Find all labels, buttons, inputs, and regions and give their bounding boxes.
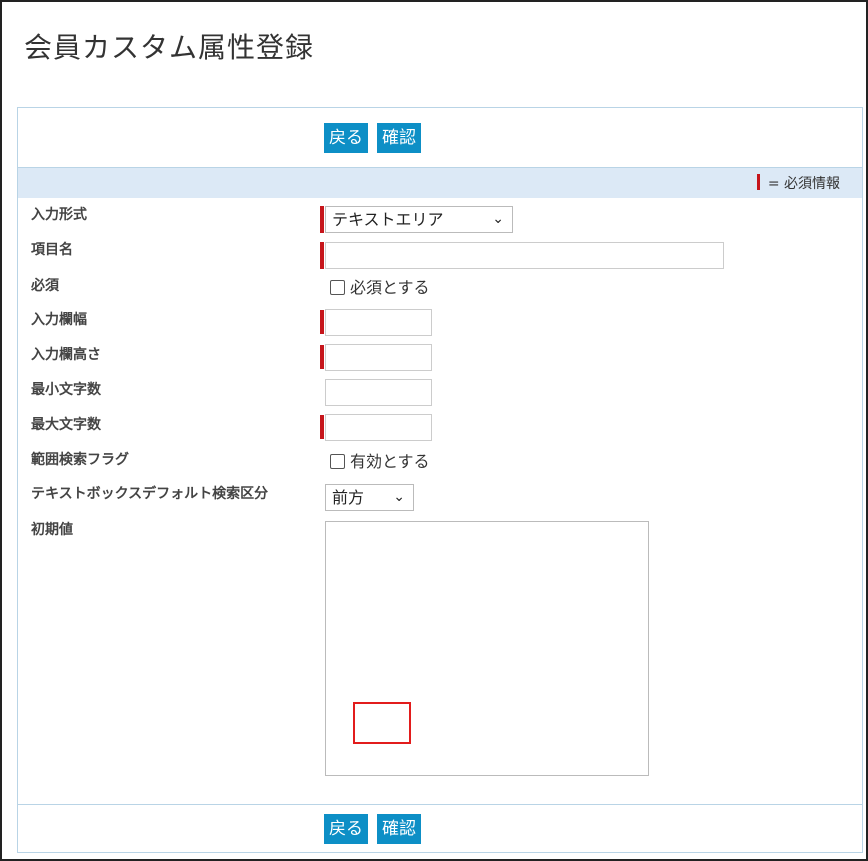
item-name-input[interactable] <box>325 242 724 269</box>
max-chars-input[interactable] <box>325 414 432 441</box>
item-name-label: 項目名 <box>31 242 73 258</box>
range-search-checkbox-label: 有効とする <box>350 452 430 471</box>
field-height-input[interactable] <box>325 344 432 371</box>
back-button-bottom[interactable]: 戻る <box>324 814 368 844</box>
required-legend-band: = 必須情報 <box>18 167 862 198</box>
required-flag-label: 必須 <box>31 278 59 294</box>
bottom-button-bar: 戻る 確認 <box>18 804 862 852</box>
required-legend-text: = 必須情報 <box>767 176 840 192</box>
form-panel: 戻る 確認 = 必須情報 入力形式 テキストエリア ⌄ 項目名 必須 必須とする… <box>17 107 863 853</box>
range-search-checkbox-row[interactable]: 有効とする <box>330 452 430 472</box>
textbox-search-mode-select[interactable]: 前方 ⌄ <box>325 484 414 511</box>
window-frame: 会員カスタム属性登録 戻る 確認 = 必須情報 入力形式 テキストエリア ⌄ 項… <box>0 0 868 861</box>
top-button-bar: 戻る 確認 <box>18 108 862 166</box>
required-flag-checkbox-row[interactable]: 必須とする <box>330 278 430 298</box>
required-marker-icon <box>320 310 324 334</box>
initial-value-label: 初期値 <box>31 522 73 538</box>
field-width-input[interactable] <box>325 309 432 336</box>
chevron-down-icon: ⌄ <box>492 211 504 227</box>
required-flag-checkbox[interactable] <box>330 280 345 295</box>
confirm-button-top[interactable]: 確認 <box>377 123 421 153</box>
textbox-search-mode-value: 前方 <box>332 488 365 507</box>
chevron-down-icon: ⌄ <box>393 489 405 505</box>
input-format-select[interactable]: テキストエリア ⌄ <box>325 206 513 233</box>
field-width-label: 入力欄幅 <box>31 312 87 328</box>
required-marker-icon <box>320 242 324 269</box>
min-chars-label: 最小文字数 <box>31 382 101 398</box>
input-format-label: 入力形式 <box>31 207 87 223</box>
max-chars-label: 最大文字数 <box>31 417 101 433</box>
field-height-label: 入力欄高さ <box>31 347 101 363</box>
required-legend: = 必須情報 <box>756 174 840 194</box>
range-search-checkbox[interactable] <box>330 454 345 469</box>
required-marker-icon <box>320 206 324 233</box>
page-title: 会員カスタム属性登録 <box>24 31 315 64</box>
range-search-label: 範囲検索フラグ <box>31 452 129 468</box>
back-button-top[interactable]: 戻る <box>324 123 368 153</box>
required-marker-icon <box>320 345 324 369</box>
required-marker-icon <box>320 415 324 439</box>
required-flag-checkbox-label: 必須とする <box>350 278 430 297</box>
required-marker-icon <box>756 174 760 190</box>
confirm-button-bottom[interactable]: 確認 <box>377 814 421 844</box>
initial-value-textarea[interactable] <box>325 521 649 776</box>
min-chars-input[interactable] <box>325 379 432 406</box>
input-format-value: テキストエリア <box>332 210 444 229</box>
textbox-search-mode-label: テキストボックスデフォルト検索区分 <box>31 486 269 502</box>
